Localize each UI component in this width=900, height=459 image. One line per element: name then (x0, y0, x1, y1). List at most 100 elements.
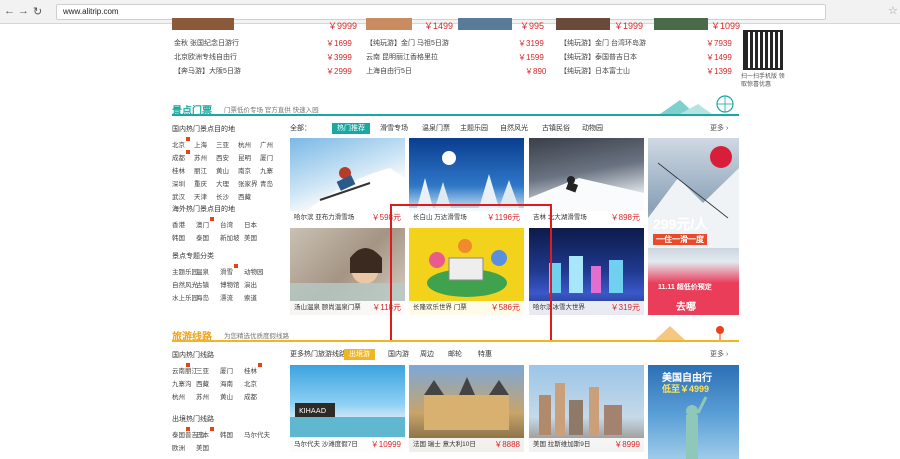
product-thumb[interactable] (172, 18, 234, 30)
mini-list-link[interactable]: 【纯玩游】金门 马祖5日游 (366, 38, 449, 49)
product-thumb[interactable] (654, 18, 708, 30)
list-link[interactable]: 海南 (220, 378, 233, 388)
list-link[interactable]: 演出 (244, 279, 257, 289)
promo-banner[interactable]: 美国自由行 低至￥4999 (648, 365, 739, 459)
list-link[interactable]: 海岛 (196, 292, 209, 302)
list-link[interactable]: 漂流 (220, 292, 233, 302)
mini-list-link[interactable]: 云南 昆明丽江香格里拉 (366, 52, 438, 63)
list-link[interactable]: 大理 (216, 178, 229, 188)
list-link[interactable]: 主题乐园 (172, 266, 198, 276)
list-link[interactable]: 韩国 (172, 232, 185, 242)
list-link[interactable]: 水上乐园 (172, 292, 198, 302)
list-link[interactable]: 新加坡 (220, 232, 240, 242)
promo-banner[interactable]: 299元/人 一住一滑一度 11.11 超低价预定 去哪 (648, 138, 739, 315)
list-link[interactable]: 台湾 (220, 219, 233, 229)
list-link[interactable]: 丽江 (194, 165, 207, 175)
list-link[interactable]: 广州 (260, 139, 273, 149)
list-link[interactable]: 日本 (196, 429, 209, 439)
list-link[interactable]: 成都 (244, 391, 257, 401)
list-link[interactable]: 成都 (172, 152, 185, 162)
list-link[interactable]: 天津 (194, 191, 207, 201)
list-link[interactable]: 马尔代夫 (244, 429, 270, 439)
list-link[interactable]: 西安 (216, 152, 229, 162)
list-link[interactable]: 桂林 (244, 365, 257, 375)
list-link[interactable]: 上海 (194, 139, 207, 149)
ticket-tile[interactable]: 汤山温泉 颐尚温泉门票 ￥118元 (290, 228, 405, 315)
tab-domestic[interactable]: 国内游 (388, 349, 409, 360)
mini-list-link[interactable]: 【奔马游】大阪5日游 (174, 66, 241, 77)
list-link[interactable]: 厦门 (220, 365, 233, 375)
list-link[interactable]: 杭州 (238, 139, 251, 149)
product-thumb[interactable] (556, 18, 610, 30)
list-link[interactable]: 黄山 (216, 165, 229, 175)
list-link[interactable]: 索道 (244, 292, 257, 302)
mini-list-link[interactable]: 【纯玩游】金门 台湾环岛游 (560, 38, 646, 49)
product-thumb[interactable] (458, 18, 512, 30)
tab-town[interactable]: 古镇民俗 (542, 123, 570, 134)
mini-list-link[interactable]: 上海自由行5日 (366, 66, 412, 77)
list-link[interactable]: 澳门 (196, 219, 209, 229)
route-tile[interactable]: 法国 瑞士 意大利10日 ￥8888 (409, 365, 524, 452)
list-link[interactable]: 九寨 (260, 165, 273, 175)
route-tile[interactable]: KIHAAD 马尔代夫 沙滩度假7日 ￥10999 (290, 365, 405, 452)
tab-more-lines[interactable]: 更多热门旅游线路 (290, 349, 346, 360)
bookmark-star-icon[interactable]: ☆ (888, 4, 898, 17)
list-link[interactable]: 苏州 (196, 391, 209, 401)
list-link[interactable]: 西藏 (238, 191, 251, 201)
list-link[interactable]: 博物馆 (220, 279, 240, 289)
product-thumb[interactable] (366, 18, 412, 30)
route-tile[interactable]: 美国 拉斯维加斯9日 ￥8999 (529, 365, 644, 452)
tab-zoo[interactable]: 动物园 (582, 123, 603, 134)
tab-cruise[interactable]: 邮轮 (448, 349, 462, 360)
more-link[interactable]: 更多 › (710, 349, 728, 359)
mini-list-link[interactable]: 金秋 张国纪念日游行 (174, 38, 239, 49)
list-link[interactable]: 自然风光 (172, 279, 198, 289)
list-link[interactable]: 三亚 (196, 365, 209, 375)
list-link[interactable]: 桂林 (172, 165, 185, 175)
list-link[interactable]: 三亚 (216, 139, 229, 149)
back-icon[interactable]: ← (4, 5, 15, 17)
list-link[interactable]: 美国 (244, 232, 257, 242)
list-link[interactable]: 南京 (238, 165, 251, 175)
list-link[interactable]: 云南丽江 (172, 365, 198, 375)
tab-themepark[interactable]: 主题乐园 (460, 123, 488, 134)
tab-nature[interactable]: 自然风光 (500, 123, 528, 134)
list-link[interactable]: 滑雪 (220, 266, 233, 276)
list-link[interactable]: 古镇 (196, 279, 209, 289)
mini-list-link[interactable]: 【纯玩游】泰国普吉日本 (560, 52, 637, 63)
list-link[interactable]: 深圳 (172, 178, 185, 188)
tab-deals[interactable]: 特惠 (478, 349, 492, 360)
mini-list-link[interactable]: 北京欧洲专线自由行 (174, 52, 237, 63)
list-link[interactable]: 长沙 (216, 191, 229, 201)
list-link[interactable]: 北京 (172, 139, 185, 149)
list-link[interactable]: 武汉 (172, 191, 185, 201)
list-link[interactable]: 青岛 (260, 178, 273, 188)
tab-nearby[interactable]: 周边 (420, 349, 434, 360)
tab-hot[interactable]: 热门推荐 (332, 123, 370, 134)
tab-hotspring[interactable]: 温泉门票 (422, 123, 450, 134)
list-link[interactable]: 黄山 (220, 391, 233, 401)
list-link[interactable]: 欧洲 (172, 442, 185, 452)
list-link[interactable]: 泰国 (196, 232, 209, 242)
list-link[interactable]: 北京 (244, 378, 257, 388)
list-link[interactable]: 杭州 (172, 391, 185, 401)
list-link[interactable]: 昆明 (238, 152, 251, 162)
mini-list-link[interactable]: 【纯玩游】日本富士山 (560, 66, 630, 77)
list-link[interactable]: 重庆 (194, 178, 207, 188)
tab-outbound[interactable]: 出境游 (344, 349, 375, 360)
more-link[interactable]: 更多 › (710, 123, 728, 133)
list-link[interactable]: 动物园 (244, 266, 264, 276)
reload-icon[interactable]: ↻ (33, 5, 42, 18)
ticket-tile[interactable]: 哈尔滨 亚布力滑雪场 ￥598元 (290, 138, 405, 225)
tab-ski[interactable]: 滑雪专场 (380, 123, 408, 134)
list-link[interactable]: 苏州 (194, 152, 207, 162)
list-link[interactable]: 韩国 (220, 429, 233, 439)
forward-icon[interactable]: → (18, 5, 29, 17)
list-link[interactable]: 美国 (196, 442, 209, 452)
list-link[interactable]: 张家界 (238, 178, 258, 188)
list-link[interactable]: 西藏 (196, 378, 209, 388)
list-link[interactable]: 香港 (172, 219, 185, 229)
list-link[interactable]: 温泉 (196, 266, 209, 276)
list-link[interactable]: 日本 (244, 219, 257, 229)
list-link[interactable]: 九寨沟 (172, 378, 192, 388)
